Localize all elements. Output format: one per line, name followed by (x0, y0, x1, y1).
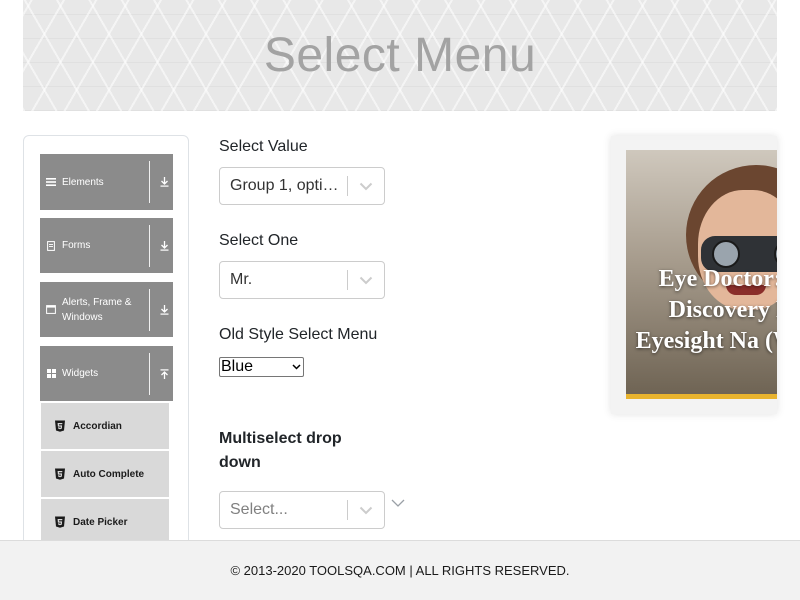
sidebar-item-label: Date Picker (73, 516, 128, 528)
hamburger-icon (40, 177, 62, 187)
select-one-label: Select One (219, 232, 299, 249)
old-style-select-label: Old Style Select Menu (219, 326, 378, 343)
download-arrow-icon[interactable] (155, 304, 173, 315)
multiselect-placeholder: Select... (230, 501, 288, 518)
sidebar-item-accordian[interactable]: Accordian (41, 403, 169, 451)
sidebar-group-label: Elements (62, 176, 104, 188)
chevron-down-icon[interactable] (348, 506, 384, 515)
footer: © 2013-2020 TOOLSQA.COM | ALL RIGHTS RES… (0, 540, 800, 600)
widgets-submenu: Accordian Auto Complete Date Picker (41, 403, 169, 547)
sidebar-group-label: Alerts, Frame & Windows (62, 296, 132, 323)
chevron-down-icon[interactable] (348, 276, 384, 285)
page-title: Select Menu (263, 29, 537, 82)
ad-title[interactable]: Eye Doctor: T Discovery R Eyesight Na (W… (626, 264, 777, 357)
divider (149, 352, 150, 395)
old-style-select-value: Blue (221, 358, 254, 375)
chevron-down-icon[interactable] (348, 182, 384, 191)
divider (149, 161, 150, 203)
old-style-select[interactable]: Blue (219, 357, 304, 377)
footer-copyright: © 2013-2020 TOOLSQA.COM | ALL RIGHTS RES… (230, 563, 570, 578)
window-icon (40, 305, 62, 314)
sidebar-item-label: Accordian (73, 420, 122, 432)
advertisement[interactable]: Eye Doctor: T Discovery R Eyesight Na (W… (611, 136, 777, 414)
ad-card[interactable]: Eye Doctor: T Discovery R Eyesight Na (W… (626, 150, 777, 399)
select-value-label: Select Value (219, 138, 308, 155)
multiselect-dropdown[interactable]: Select... (219, 491, 385, 529)
sidebar-group-label: Widgets (62, 368, 99, 379)
download-arrow-icon[interactable] (155, 240, 173, 251)
chevron-down-icon[interactable] (391, 495, 405, 513)
sidebar-group-label: Forms (62, 240, 91, 251)
html5-icon (55, 516, 65, 528)
sidebar-item-auto-complete[interactable]: Auto Complete (41, 451, 169, 499)
select-one-current: Mr. (230, 271, 253, 288)
html5-icon (55, 420, 65, 432)
page-banner: Select Menu (23, 0, 777, 111)
document-icon (40, 240, 62, 251)
sidebar: Elements Forms Alerts, Frame & Windows W… (23, 135, 189, 555)
multiselect-label: Multiselect drop down (219, 430, 342, 471)
chevron-down-icon (289, 364, 303, 370)
select-value-current: Group 1, option 1 (230, 177, 347, 194)
sidebar-item-label: Auto Complete (73, 468, 145, 480)
select-value-dropdown[interactable]: Group 1, option 1 (219, 167, 385, 205)
sidebar-group-alerts-frame-windows[interactable]: Alerts, Frame & Windows (40, 282, 173, 337)
sidebar-group-elements[interactable]: Elements (40, 154, 173, 210)
select-one-dropdown[interactable]: Mr. (219, 261, 385, 299)
upload-arrow-icon[interactable] (155, 368, 173, 379)
grid-icon (40, 369, 62, 378)
divider (149, 288, 150, 331)
page: Select Menu Elements Forms Alerts, Frame… (0, 0, 800, 600)
html5-icon (55, 468, 65, 480)
sidebar-group-widgets[interactable]: Widgets (40, 346, 173, 401)
sidebar-group-forms[interactable]: Forms (40, 218, 173, 273)
download-arrow-icon[interactable] (155, 177, 173, 187)
divider (149, 224, 150, 267)
